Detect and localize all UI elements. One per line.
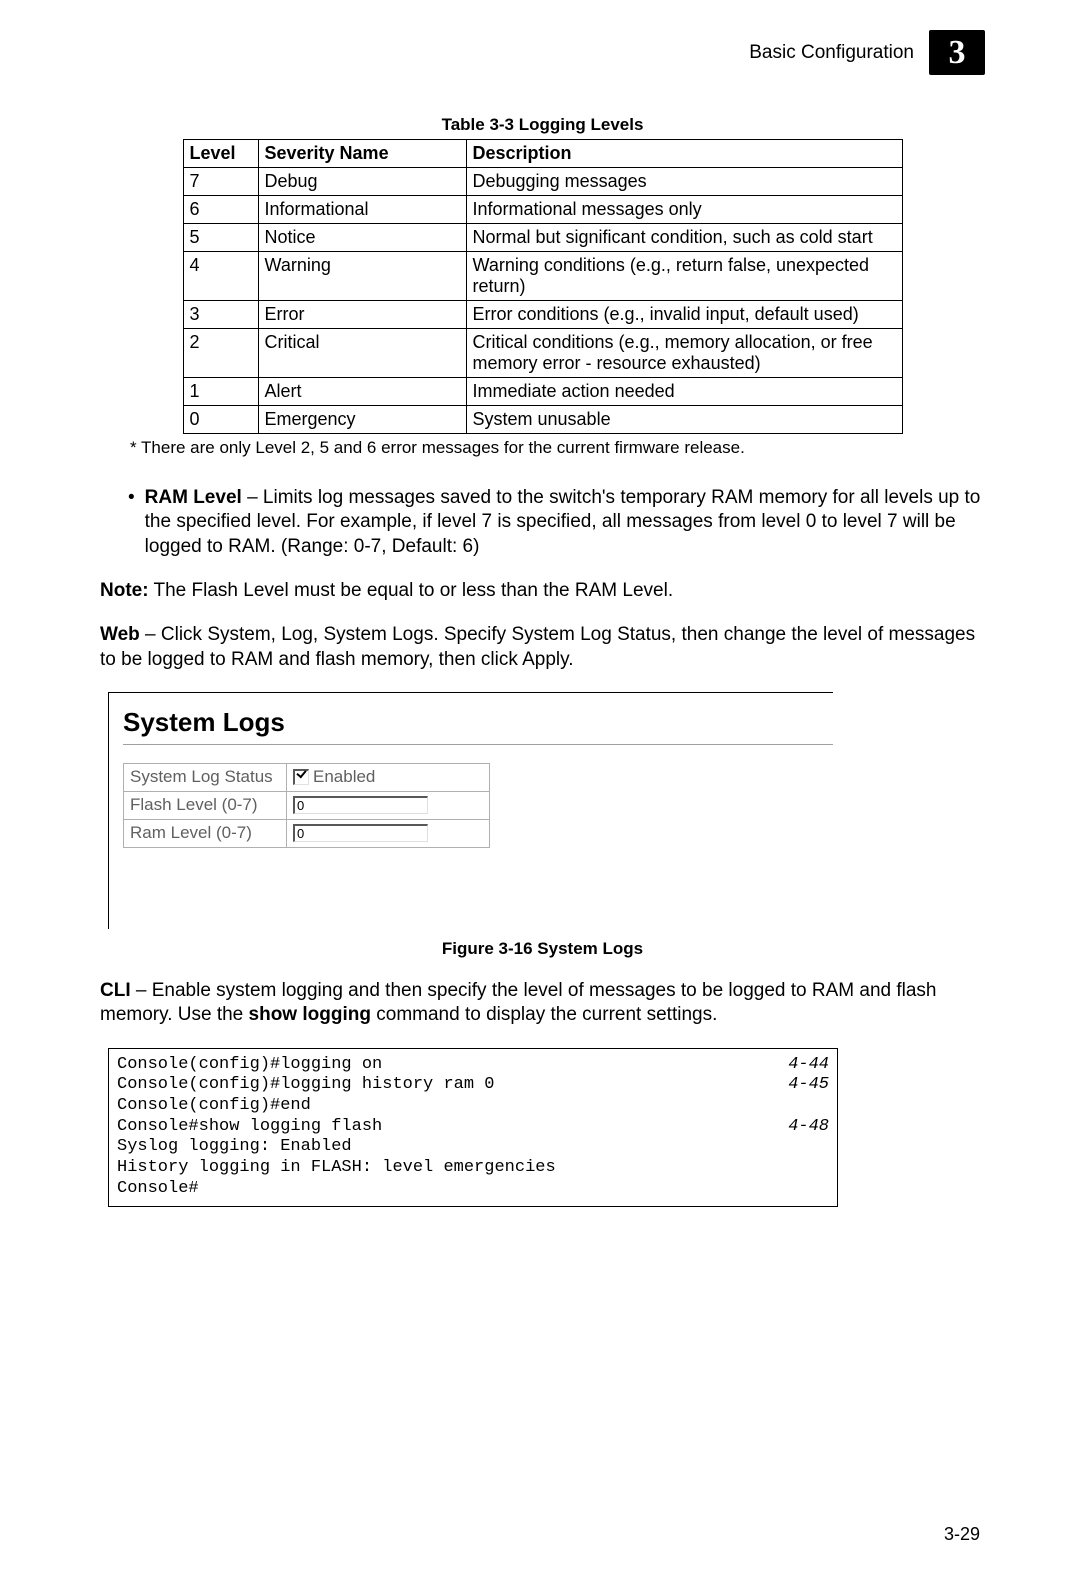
table-cell-name: Debug <box>258 168 466 196</box>
figure-caption: Figure 3-16 System Logs <box>100 939 985 959</box>
bullet-dash: – <box>242 487 263 508</box>
table-cell-level: 2 <box>183 329 258 378</box>
table-cell-level: 0 <box>183 406 258 434</box>
col-name: Severity Name <box>258 140 466 168</box>
table-cell-level: 6 <box>183 196 258 224</box>
table-caption: Table 3-3 Logging Levels <box>100 115 985 135</box>
table-row: 7DebugDebugging messages <box>183 168 902 196</box>
cli-command: show logging <box>249 1004 371 1025</box>
table-row: 1AlertImmediate action needed <box>183 378 902 406</box>
table-cell-name: Alert <box>258 378 466 406</box>
table-cell-desc: System unusable <box>466 406 902 434</box>
table-cell-level: 3 <box>183 301 258 329</box>
form-row-flash: Flash Level (0-7) <box>124 791 490 819</box>
col-desc: Description <box>466 140 902 168</box>
cli-label: CLI <box>100 980 131 1001</box>
enabled-text: Enabled <box>313 767 375 786</box>
code-text: History logging in FLASH: level emergenc… <box>117 1158 556 1179</box>
flash-level-note: Note: The Flash Level must be equal to o… <box>100 579 985 603</box>
code-text: Console(config)#logging history ram 0 <box>117 1075 494 1096</box>
form-row-status: System Log Status Enabled <box>124 763 490 791</box>
code-text: Console(config)#logging on <box>117 1055 382 1076</box>
bullet-text: RAM Level – Limits log messages saved to… <box>145 486 985 559</box>
code-line: Syslog logging: Enabled <box>117 1137 829 1158</box>
code-ref: 4-44 <box>788 1055 829 1076</box>
code-ref: 4-45 <box>788 1075 829 1096</box>
table-cell-level: 1 <box>183 378 258 406</box>
table-cell-level: 4 <box>183 252 258 301</box>
table-cell-desc: Immediate action needed <box>466 378 902 406</box>
table-cell-desc: Normal but significant condition, such a… <box>466 224 902 252</box>
flash-level-label: Flash Level (0-7) <box>124 791 287 819</box>
code-line: Console(config)#logging on 4-44 <box>117 1055 829 1076</box>
cli-text2: command to display the current settings. <box>371 1004 717 1025</box>
code-ref: 4-48 <box>788 1117 829 1138</box>
web-text: Click System, Log, System Logs. Specify … <box>100 624 975 669</box>
ram-level-bullet: • RAM Level – Limits log messages saved … <box>100 486 985 559</box>
enabled-checkbox[interactable] <box>293 769 309 785</box>
table-cell-desc: Debugging messages <box>466 168 902 196</box>
code-line: Console(config)#logging history ram 0 4-4… <box>117 1075 829 1096</box>
webfig-heading: System Logs <box>123 707 833 738</box>
table-row: 6InformationalInformational messages onl… <box>183 196 902 224</box>
code-line: Console#show logging flash 4-48 <box>117 1117 829 1138</box>
web-instructions: Web – Click System, Log, System Logs. Sp… <box>100 623 985 672</box>
code-text: Console# <box>117 1179 199 1200</box>
page-number: 3-29 <box>944 1524 980 1545</box>
table-row: 5NoticeNormal but significant condition,… <box>183 224 902 252</box>
table-row: 0EmergencySystem unusable <box>183 406 902 434</box>
bullet-mark: • <box>128 486 135 559</box>
code-text: Syslog logging: Enabled <box>117 1137 352 1158</box>
table-row: 2CriticalCritical conditions (e.g., memo… <box>183 329 902 378</box>
table-cell-desc: Error conditions (e.g., invalid input, d… <box>466 301 902 329</box>
flash-level-input[interactable] <box>293 796 428 814</box>
table-cell-level: 7 <box>183 168 258 196</box>
note-label: Note: <box>100 580 149 601</box>
table-cell-name: Warning <box>258 252 466 301</box>
web-dash: – <box>140 624 161 645</box>
table-cell-name: Error <box>258 301 466 329</box>
code-line: History logging in FLASH: level emergenc… <box>117 1158 829 1179</box>
table-cell-name: Critical <box>258 329 466 378</box>
system-logs-form: System Log Status Enabled Flash Level (0… <box>123 763 490 848</box>
code-line: Console# <box>117 1179 829 1200</box>
form-row-ram: Ram Level (0-7) <box>124 819 490 847</box>
col-level: Level <box>183 140 258 168</box>
table-cell-desc: Warning conditions (e.g., return false, … <box>466 252 902 301</box>
system-logs-figure: System Logs System Log Status Enabled Fl… <box>108 692 833 929</box>
table-header-row: Level Severity Name Description <box>183 140 902 168</box>
table-cell-name: Informational <box>258 196 466 224</box>
cli-code-block: Console(config)#logging on4-44Console(co… <box>108 1048 838 1207</box>
note-text: The Flash Level must be equal to or less… <box>149 580 674 601</box>
cli-instructions: CLI – Enable system logging and then spe… <box>100 979 985 1028</box>
logging-levels-table: Level Severity Name Description 7DebugDe… <box>183 139 903 434</box>
code-text: Console(config)#end <box>117 1096 311 1117</box>
chapter-number-badge: 3 <box>929 30 985 75</box>
section-title: Basic Configuration <box>749 42 914 64</box>
table-cell-name: Emergency <box>258 406 466 434</box>
table-row: 4WarningWarning conditions (e.g., return… <box>183 252 902 301</box>
cli-dash: – <box>131 980 152 1001</box>
code-text: Console#show logging flash <box>117 1117 382 1138</box>
table-row: 3ErrorError conditions (e.g., invalid in… <box>183 301 902 329</box>
ram-level-input[interactable] <box>293 824 428 842</box>
table-cell-name: Notice <box>258 224 466 252</box>
table-cell-desc: Informational messages only <box>466 196 902 224</box>
status-cell: Enabled <box>287 763 490 791</box>
webfig-divider <box>123 744 833 745</box>
table-cell-level: 5 <box>183 224 258 252</box>
code-line: Console(config)#end <box>117 1096 829 1117</box>
flash-level-cell <box>287 791 490 819</box>
page-header: Basic Configuration 3 <box>100 30 985 75</box>
table-cell-desc: Critical conditions (e.g., memory alloca… <box>466 329 902 378</box>
ram-level-label: Ram Level (0-7) <box>124 819 287 847</box>
status-label: System Log Status <box>124 763 287 791</box>
web-label: Web <box>100 624 140 645</box>
ram-level-cell <box>287 819 490 847</box>
table-footnote: * There are only Level 2, 5 and 6 error … <box>130 438 985 458</box>
bullet-body: Limits log messages saved to the switch'… <box>145 487 981 557</box>
bullet-term: RAM Level <box>145 487 242 508</box>
